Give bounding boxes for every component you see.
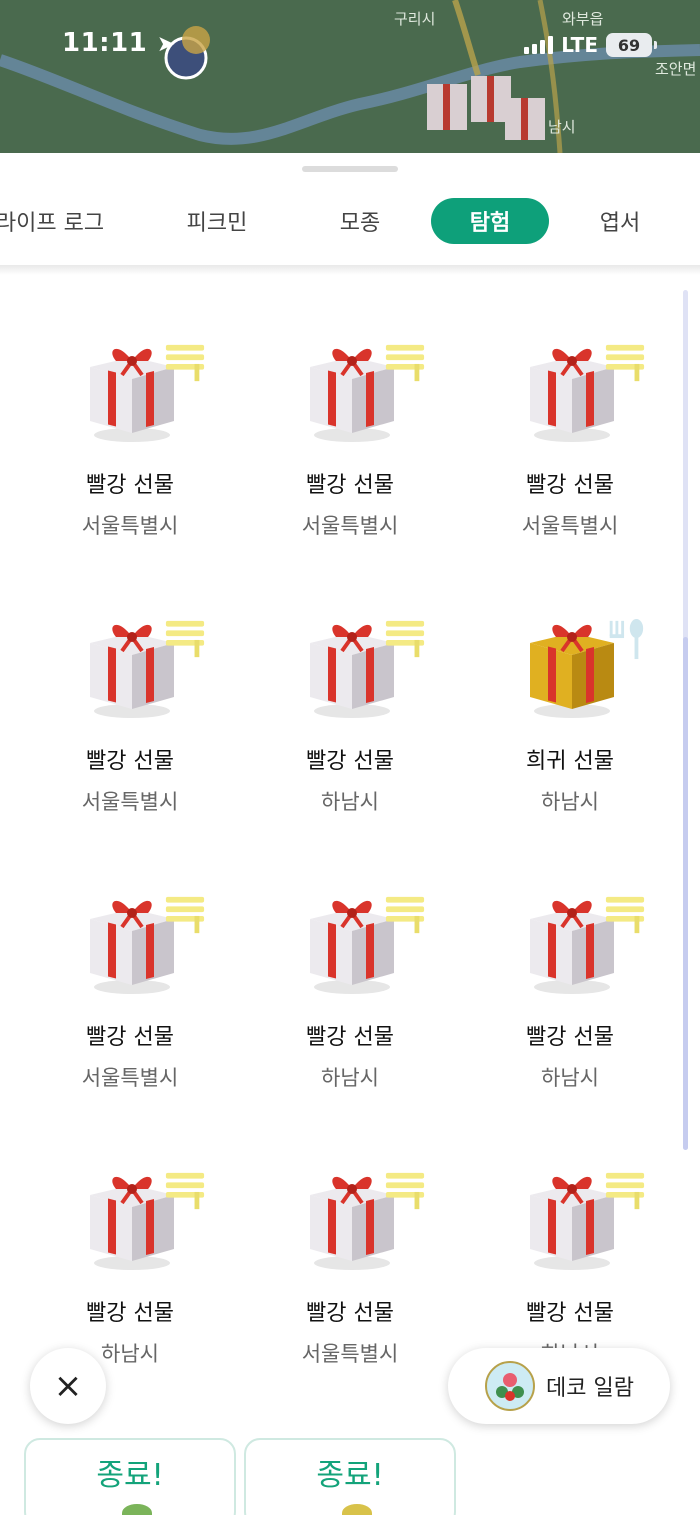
- gift-location: 하남시: [541, 790, 599, 814]
- gift-location: 서울특별시: [301, 1342, 399, 1366]
- gift-item[interactable]: 빨강 선물서울특별시: [240, 335, 460, 611]
- gift-item[interactable]: 빨강 선물서울특별시: [20, 611, 240, 887]
- map-place-label: 구리시: [394, 10, 436, 28]
- gift-item[interactable]: 빨강 선물서울특별시: [460, 335, 680, 611]
- gift-name: 빨강 선물: [306, 1301, 394, 1326]
- expedition-card[interactable]: 종료!: [244, 1438, 456, 1515]
- gift-grid: 빨강 선물 서울특별시 빨강 선물 서울특별시 빨강 선물 서울특별시 빨강 선…: [20, 335, 680, 1439]
- leaf-icon: [342, 1504, 372, 1515]
- tab-bar-divider: [0, 265, 700, 275]
- gift-location: 서울특별시: [81, 514, 179, 538]
- gift-location: 서울특별시: [81, 1066, 179, 1090]
- gift-item[interactable]: 빨강 선물하남시: [460, 887, 680, 1163]
- card-status-label: 종료!: [316, 1458, 384, 1493]
- map-background: 구리시 와부읍 조안면 남시: [0, 0, 700, 153]
- bench-icon: [165, 620, 205, 658]
- tab-label: 라이프 로그: [0, 211, 105, 236]
- tab-label: 탐험: [469, 211, 511, 236]
- gift-name: 빨강 선물: [306, 473, 394, 498]
- gift-name: 희귀 선물: [526, 749, 614, 774]
- bench-icon: [385, 896, 425, 934]
- gift-location: 서울특별시: [521, 514, 619, 538]
- gift-name: 빨강 선물: [306, 1025, 394, 1050]
- gift-name: 빨강 선물: [86, 473, 174, 498]
- tab-bar: 라이프 로그 피크민 모종 탐험 엽서: [0, 189, 700, 269]
- gift-name: 빨강 선물: [526, 1301, 614, 1326]
- scrollbar-thumb[interactable]: [683, 637, 688, 1150]
- status-time-text: 11:11: [62, 28, 148, 58]
- close-button[interactable]: ×: [30, 1348, 106, 1424]
- sheet-drag-handle[interactable]: [302, 166, 398, 172]
- tab-label: 모종: [339, 211, 381, 236]
- gift-location: 하남시: [321, 790, 379, 814]
- status-indicators: LTE 69: [524, 33, 657, 57]
- deco-list-button[interactable]: 데코 일람: [448, 1348, 670, 1424]
- status-time: 11:11 ➤: [62, 28, 176, 58]
- expedition-card[interactable]: 종료!: [24, 1438, 236, 1515]
- battery-icon: 69: [606, 33, 657, 57]
- bench-icon: [605, 344, 645, 382]
- gift-location: 서울특별시: [301, 514, 399, 538]
- bench-icon: [385, 344, 425, 382]
- bench-icon: [605, 1172, 645, 1210]
- leaf-icon: [122, 1504, 152, 1515]
- tab-pikmin[interactable]: 피크민: [162, 198, 272, 244]
- gift-location: 하남시: [321, 1066, 379, 1090]
- map-place-label: 조안면: [655, 60, 697, 78]
- fork-spoon-icon: [609, 618, 644, 660]
- deco-badge-icon: [485, 1361, 535, 1411]
- tab-label: 피크민: [186, 211, 248, 236]
- cellular-signal-icon: [524, 36, 554, 54]
- tab-explore[interactable]: 탐험: [431, 198, 549, 244]
- gift-item[interactable]: 빨강 선물서울특별시: [20, 335, 240, 611]
- gift-item[interactable]: 빨강 선물하남시: [240, 887, 460, 1163]
- tab-postcards[interactable]: 엽서: [570, 198, 670, 244]
- bench-icon: [165, 344, 205, 382]
- map-gift-markers[interactable]: [425, 62, 555, 142]
- bench-icon: [165, 896, 205, 934]
- gift-name: 빨강 선물: [86, 749, 174, 774]
- gift-name: 빨강 선물: [526, 473, 614, 498]
- bench-icon: [385, 1172, 425, 1210]
- gift-item[interactable]: 빨강 선물서울특별시: [240, 1163, 460, 1439]
- gift-name: 빨강 선물: [86, 1025, 174, 1050]
- location-arrow-icon: ➤: [156, 32, 176, 57]
- bench-icon: [605, 896, 645, 934]
- bench-icon: [385, 620, 425, 658]
- tab-seedlings[interactable]: 모종: [305, 198, 415, 244]
- gift-location: 서울특별시: [81, 790, 179, 814]
- gift-location: 하남시: [541, 1066, 599, 1090]
- gift-name: 빨강 선물: [526, 1025, 614, 1050]
- gift-item[interactable]: 빨강 선물하남시: [240, 611, 460, 887]
- tab-life-log[interactable]: 라이프 로그: [0, 198, 120, 244]
- card-status-label: 종료!: [96, 1458, 164, 1493]
- battery-level: 69: [617, 35, 641, 55]
- map-place-label: 와부읍: [562, 10, 604, 28]
- close-icon: ×: [53, 1366, 83, 1406]
- gift-item[interactable]: 희귀 선물하남시: [460, 611, 680, 887]
- bench-icon: [165, 1172, 205, 1210]
- gift-item[interactable]: 빨강 선물서울특별시: [20, 887, 240, 1163]
- gift-name: 빨강 선물: [86, 1301, 174, 1326]
- gift-name: 빨강 선물: [306, 749, 394, 774]
- deco-list-label: 데코 일람: [546, 1376, 634, 1401]
- tab-label: 엽서: [599, 211, 641, 236]
- network-type: LTE: [561, 33, 598, 57]
